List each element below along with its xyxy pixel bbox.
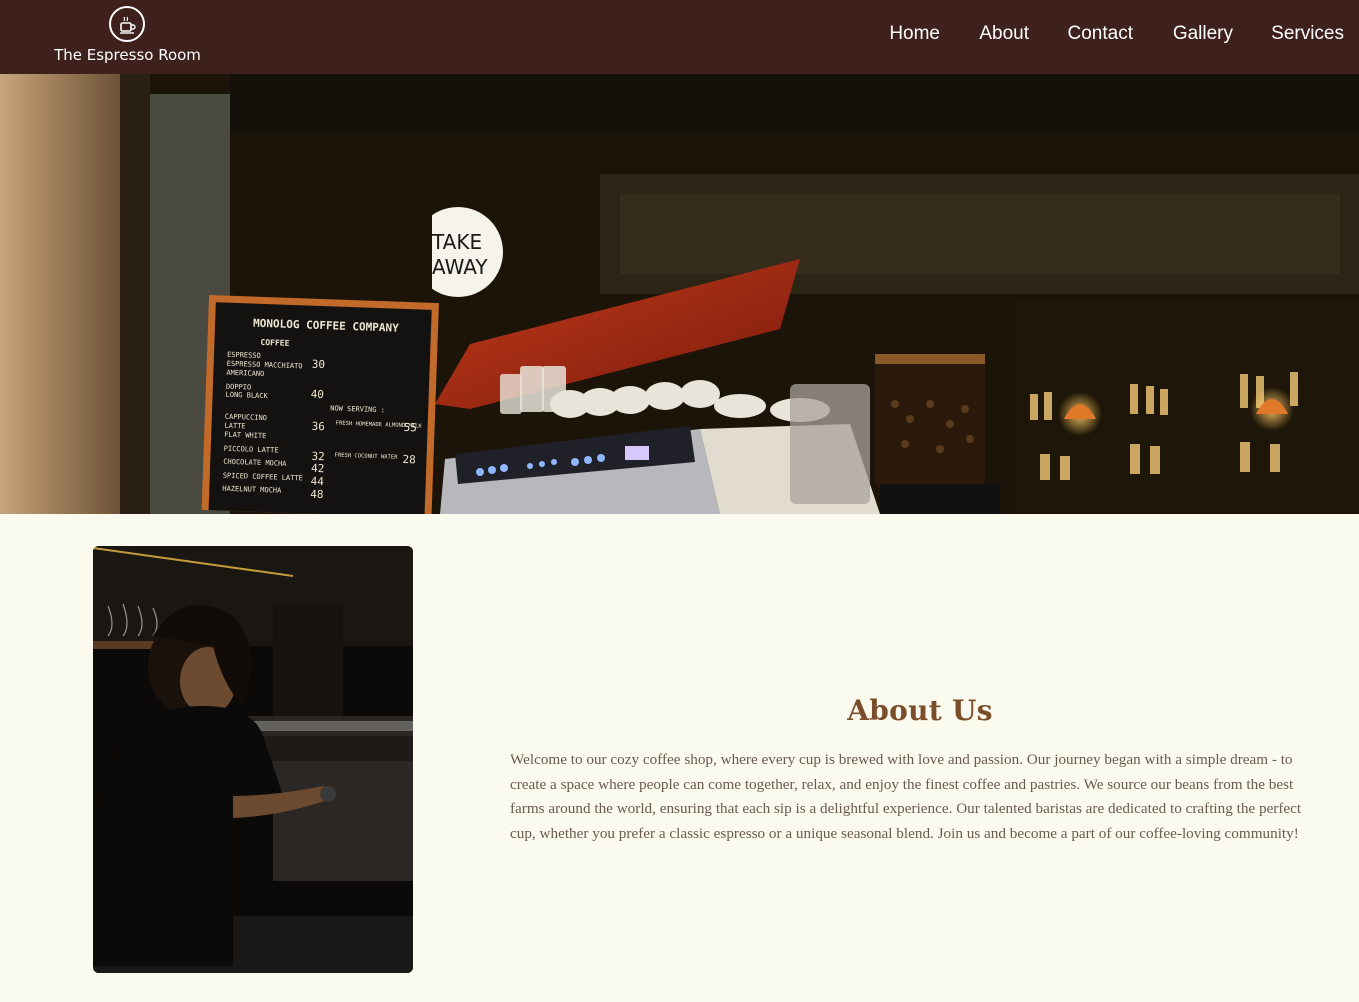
nav-gallery[interactable]: Gallery bbox=[1173, 23, 1233, 45]
take-away-line-2: AWAY bbox=[432, 255, 488, 279]
about-description: Welcome to our cozy coffee shop, where e… bbox=[510, 751, 1302, 842]
coffee-cup-icon bbox=[109, 6, 145, 42]
menu-board-price: 42 bbox=[311, 462, 325, 475]
nav-services[interactable]: Services bbox=[1271, 23, 1344, 45]
menu-board-special-price: 55 bbox=[403, 421, 417, 434]
menu-board-section: COFFEE bbox=[260, 338, 289, 348]
cafe-counter-photo: TAKE AWAY MONOLOG COFFEE COMPANY COFFEE … bbox=[0, 74, 1359, 514]
nav-about[interactable]: About bbox=[979, 23, 1029, 45]
hero-banner: TAKE AWAY MONOLOG COFFEE COMPANY COFFEE … bbox=[0, 74, 1359, 514]
menu-board-item: CAPPUCCINO bbox=[225, 413, 267, 422]
take-away-line-1: TAKE bbox=[431, 230, 482, 254]
menu-board-item: FLAT WHITE bbox=[224, 431, 266, 440]
menu-board-price: 40 bbox=[310, 388, 324, 401]
nav-contact[interactable]: Contact bbox=[1068, 23, 1133, 45]
menu-board-price: 30 bbox=[312, 358, 326, 371]
site-header: The Espresso Room Home About Contact Gal… bbox=[0, 0, 1359, 74]
menu-board-item: ESPRESSO bbox=[227, 351, 261, 360]
about-title: About Us bbox=[847, 694, 993, 727]
menu-board-special-price: 28 bbox=[402, 453, 416, 466]
menu-board-price: 48 bbox=[310, 488, 324, 501]
menu-board-price: 44 bbox=[310, 475, 324, 488]
menu-board-item: LONG BLACK bbox=[225, 391, 268, 400]
brand-link[interactable]: The Espresso Room bbox=[40, 0, 215, 74]
menu-board-item: LATTE bbox=[224, 422, 245, 431]
menu-board-price: 36 bbox=[311, 420, 325, 433]
about-section: About Us Welcome to our cozy coffee shop… bbox=[0, 514, 1359, 1002]
nav-home[interactable]: Home bbox=[889, 23, 940, 45]
barista-photo bbox=[93, 546, 413, 973]
menu-board-item: AMERICANO bbox=[226, 369, 264, 378]
brand-name: The Espresso Room bbox=[54, 46, 201, 64]
